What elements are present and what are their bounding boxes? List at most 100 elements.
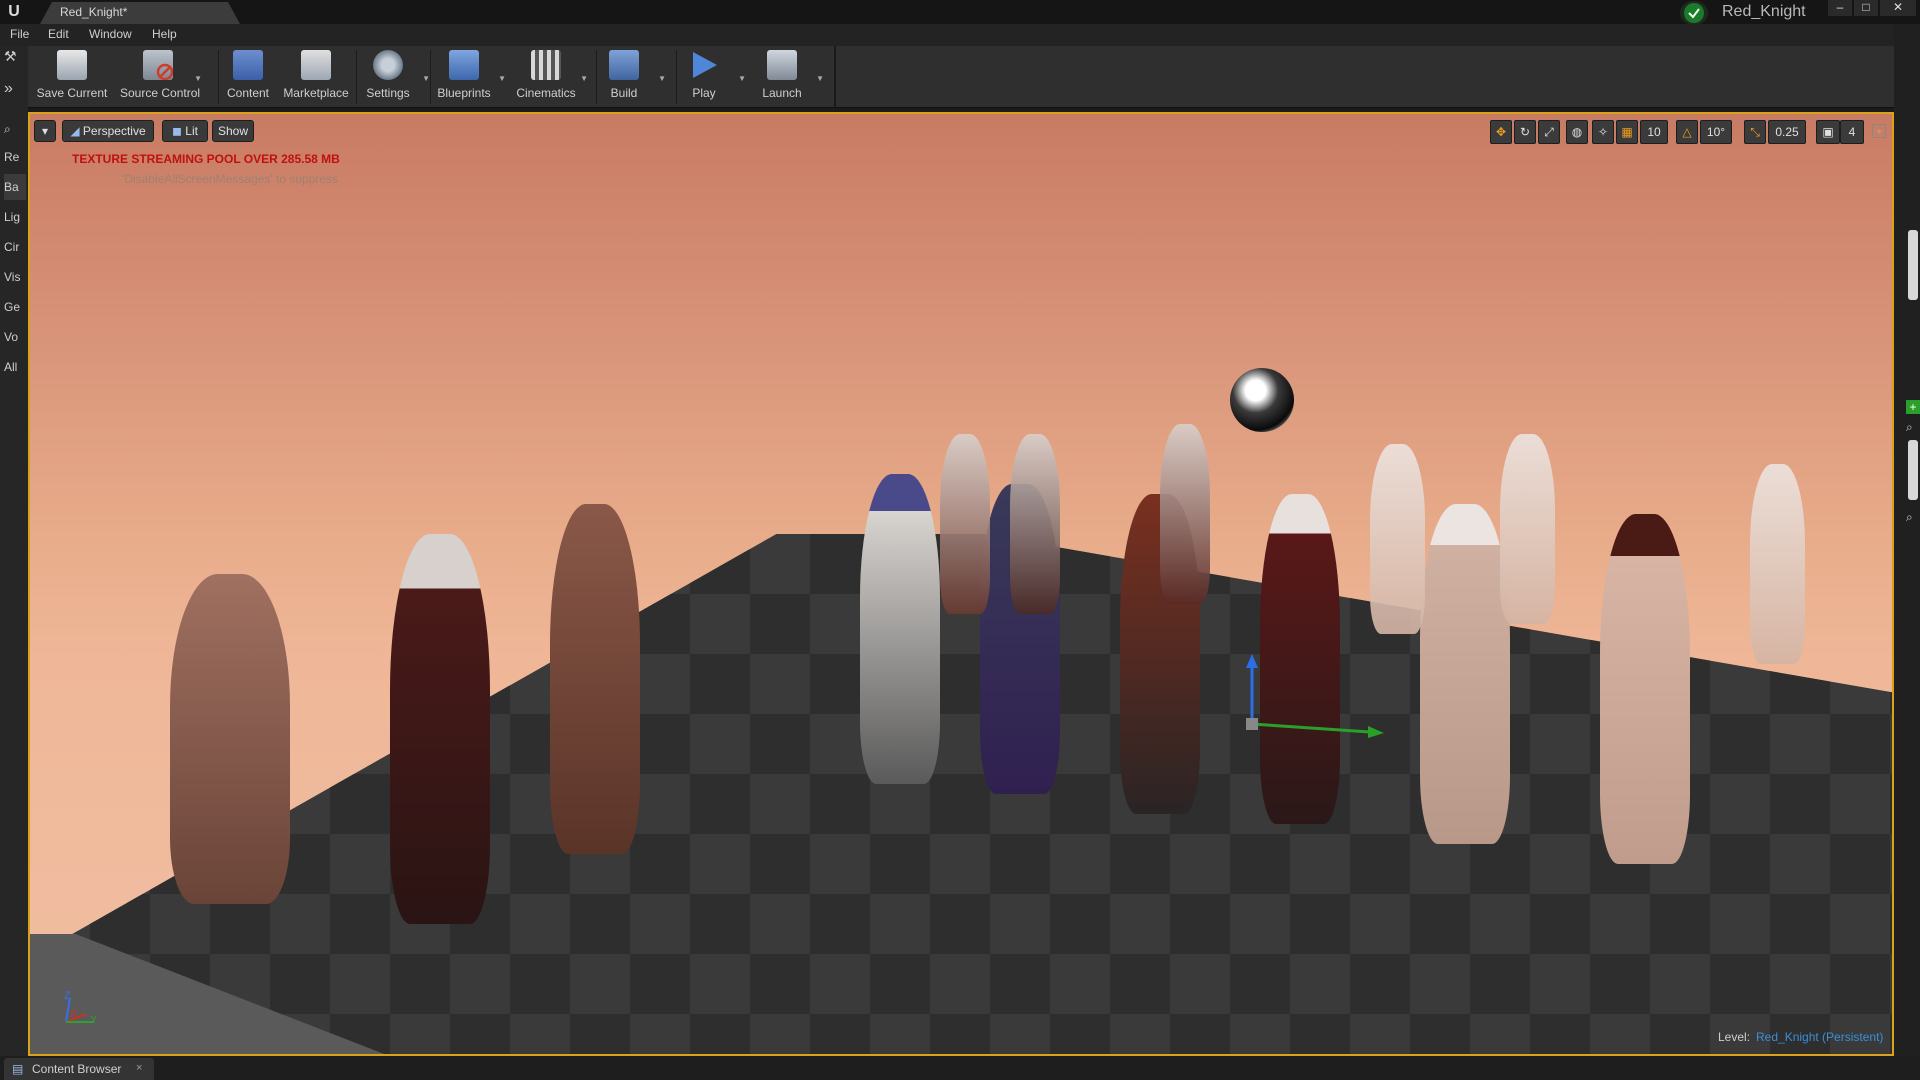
character-model[interactable] <box>390 534 490 924</box>
launch-dropdown-icon[interactable]: ▼ <box>816 74 824 83</box>
lit-label: Lit <box>185 124 198 138</box>
scale-tool-icon[interactable]: ⤢ <box>1538 120 1560 144</box>
menu-bar <box>0 24 1920 46</box>
project-name: Red_Knight <box>1722 3 1806 20</box>
source-control-button[interactable]: Source Control ▼ <box>120 48 202 106</box>
mode-tab-visual[interactable]: Vis <box>4 264 26 290</box>
camera-speed-value[interactable]: 4 <box>1840 120 1864 144</box>
settings-button[interactable]: Settings ▼ <box>350 48 430 106</box>
camera-icon: ◢ <box>70 124 83 138</box>
unreal-logo-icon[interactable]: U <box>4 2 24 22</box>
camera-speed-icon[interactable]: ▣ <box>1816 120 1840 144</box>
close-button[interactable]: ✕ <box>1880 0 1916 16</box>
content-label: Content <box>226 86 270 100</box>
grid-snap-value[interactable]: 10 <box>1640 120 1668 144</box>
world-space-icon[interactable]: ◍ <box>1566 120 1588 144</box>
scrollbar-thumb[interactable] <box>1908 230 1918 300</box>
viewport-options-button[interactable]: ▾ <box>34 120 56 142</box>
perspective-button[interactable]: ◢ Perspective <box>62 120 154 142</box>
mode-tab-recent[interactable]: Re <box>4 144 26 170</box>
mode-tab-cinematic[interactable]: Cir <box>4 234 26 260</box>
build-dropdown-icon[interactable]: ▼ <box>658 74 666 83</box>
expand-icon[interactable]: » <box>4 80 24 100</box>
modes-icon[interactable]: ⚒ <box>4 48 24 66</box>
search-icon[interactable]: ⌕ <box>1906 510 1920 524</box>
cinematics-icon <box>531 50 561 80</box>
search-icon[interactable]: ⌕ <box>1906 420 1920 434</box>
build-label: Build <box>610 86 638 100</box>
translate-tool-icon[interactable]: ✥ <box>1490 120 1512 144</box>
add-icon[interactable]: + <box>1906 400 1920 414</box>
mode-tab-volumes[interactable]: Vo <box>4 324 26 350</box>
show-button[interactable]: Show <box>212 120 254 142</box>
build-button[interactable]: Build ▼ <box>586 48 666 106</box>
play-triangle-icon <box>693 52 717 78</box>
cinematics-label: Cinematics <box>516 86 576 100</box>
character-model[interactable] <box>1370 444 1425 634</box>
content-button[interactable]: Content <box>210 48 286 106</box>
no-entry-icon <box>156 63 174 81</box>
play-button[interactable]: Play ▼ <box>666 48 746 106</box>
play-icon <box>689 50 719 80</box>
mode-tab-basic[interactable]: Ba <box>4 174 26 200</box>
mode-tab-lights[interactable]: Lig <box>4 204 26 230</box>
source-control-label: Source Control <box>120 86 201 100</box>
blueprints-button[interactable]: Blueprints ▼ <box>426 48 506 106</box>
suppress-hint: 'DisableAllScreenMessages' to suppress <box>122 172 339 186</box>
marketplace-label: Marketplace <box>283 86 349 100</box>
scale-snap-value[interactable]: 0.25 <box>1768 120 1806 144</box>
minimize-button[interactable]: – <box>1828 0 1852 16</box>
rotation-snap-icon[interactable]: △ <box>1676 120 1698 144</box>
rotate-tool-icon[interactable]: ↻ <box>1514 120 1536 144</box>
scrollbar-thumb[interactable] <box>1908 440 1918 500</box>
lit-button[interactable]: ◼ Lit <box>162 120 208 142</box>
texture-streaming-warning: TEXTURE STREAMING POOL OVER 285.58 MB <box>72 152 340 166</box>
character-model[interactable] <box>860 474 940 784</box>
save-current-button[interactable]: Save Current <box>34 48 110 106</box>
level-name[interactable]: Red_Knight (Persistent) <box>1756 1030 1883 1044</box>
maximize-button[interactable]: □ <box>1854 0 1878 16</box>
axis-z-label: Z <box>64 990 71 1002</box>
transform-gizmo[interactable] <box>1240 654 1390 754</box>
menu-file[interactable]: File <box>10 27 29 41</box>
level-viewport[interactable] <box>28 112 1894 1056</box>
menu-help[interactable]: Help <box>152 27 177 41</box>
launch-icon <box>767 50 797 80</box>
search-icon[interactable]: ⌕ <box>4 116 26 142</box>
character-model[interactable] <box>1420 504 1510 844</box>
character-model[interactable] <box>1500 434 1555 624</box>
details-panel-strip <box>1894 24 1920 1056</box>
mode-tab-all-classes[interactable]: All <box>4 354 26 380</box>
save-current-label: Save Current <box>36 86 108 100</box>
menu-window[interactable]: Window <box>89 27 132 41</box>
grid-snap-icon[interactable]: ▦ <box>1616 120 1638 144</box>
cinematics-button[interactable]: Cinematics ▼ <box>508 48 588 106</box>
character-model[interactable] <box>1010 434 1060 614</box>
settings-label: Settings <box>366 86 410 100</box>
blueprints-dropdown-icon[interactable]: ▼ <box>498 74 506 83</box>
character-model[interactable] <box>170 574 290 904</box>
axis-y-label: Y <box>90 1014 98 1026</box>
play-label: Play <box>692 86 716 100</box>
content-browser-close-icon[interactable]: × <box>136 1062 142 1074</box>
marketplace-button[interactable]: Marketplace <box>278 48 354 106</box>
character-model[interactable] <box>550 504 640 854</box>
character-model[interactable] <box>1600 514 1690 864</box>
character-model[interactable] <box>1750 464 1805 664</box>
reflection-capture-sphere[interactable] <box>1230 368 1294 432</box>
source-control-dropdown-icon[interactable]: ▼ <box>194 74 202 83</box>
level-label: Level: <box>1718 1030 1751 1044</box>
project-badge-icon <box>1680 1 1708 25</box>
build-icon <box>609 50 639 80</box>
blueprints-label: Blueprints <box>437 86 491 100</box>
character-model[interactable] <box>1160 424 1210 604</box>
maximize-viewport-icon[interactable]: ▫ <box>1872 124 1886 138</box>
launch-button[interactable]: Launch ▼ <box>744 48 824 106</box>
marketplace-icon <box>301 50 331 80</box>
surface-snap-icon[interactable]: ✧ <box>1592 120 1614 144</box>
rotation-snap-value[interactable]: 10° <box>1700 120 1732 144</box>
mode-tab-geometry[interactable]: Ge <box>4 294 26 320</box>
character-model[interactable] <box>940 434 990 614</box>
menu-edit[interactable]: Edit <box>48 27 69 41</box>
scale-snap-icon[interactable]: ⤡ <box>1744 120 1766 144</box>
